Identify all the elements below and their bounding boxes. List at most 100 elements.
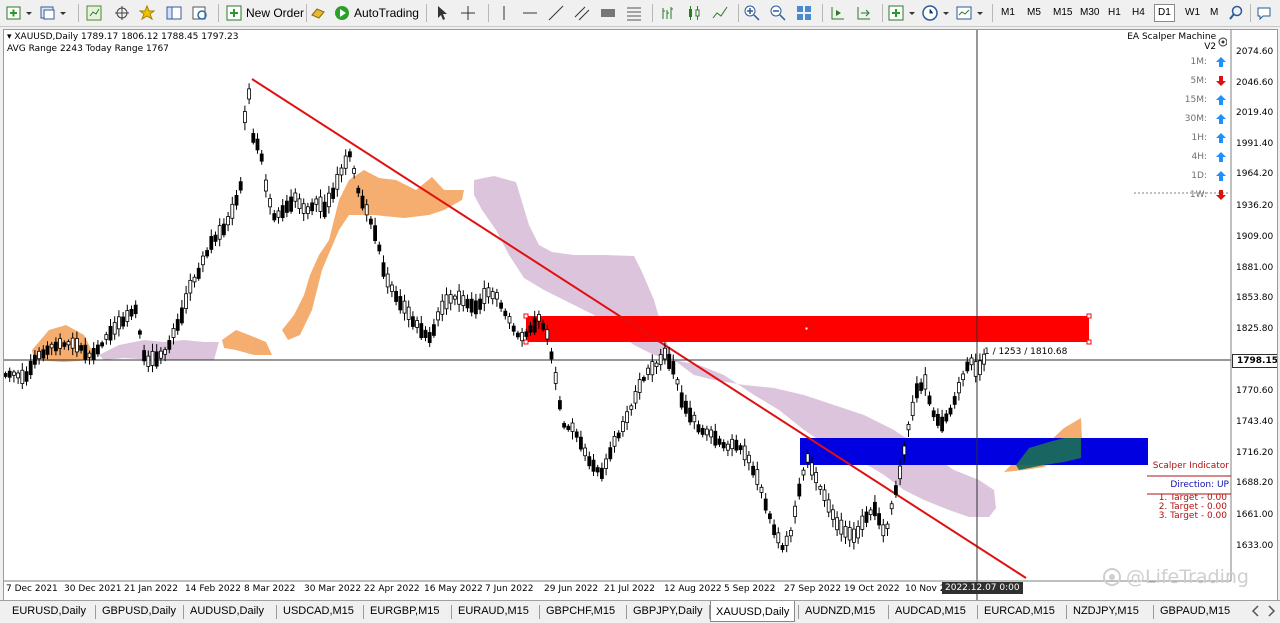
candle-body (684, 400, 688, 414)
candle-body (100, 342, 104, 347)
timeframe-mn[interactable]: M (1207, 5, 1221, 21)
candle-body (310, 202, 315, 212)
candle-body (238, 181, 243, 191)
candle-body (217, 225, 222, 240)
candle-body (196, 267, 201, 279)
tab-scroll-left[interactable] (1251, 604, 1261, 621)
periods-button[interactable] (922, 3, 952, 23)
timeframe-m5[interactable]: M5 (1024, 5, 1044, 21)
candle-body (75, 338, 79, 353)
candle-body (461, 295, 466, 306)
new-order-button[interactable]: New Order (226, 3, 304, 23)
price-tick: 1991.40 (1236, 139, 1274, 149)
profiles-button[interactable] (40, 3, 68, 23)
candle-body (936, 413, 940, 426)
timeframe-m30[interactable]: M30 (1077, 5, 1102, 21)
ea-panel-settings-icon[interactable] (1218, 37, 1227, 47)
fibonacci-tool[interactable] (626, 3, 642, 23)
chat-button[interactable] (1256, 3, 1272, 23)
tab-gbpusd-daily[interactable]: GBPUSD,Daily (102, 603, 176, 620)
timeframe-h1[interactable]: H1 (1105, 5, 1124, 21)
tile-windows-button[interactable] (796, 3, 812, 23)
timeframe-w1[interactable]: W1 (1182, 5, 1203, 21)
strategy-tester-button[interactable] (192, 3, 208, 23)
demand-zone[interactable] (800, 438, 1148, 465)
zoom-out-button[interactable] (770, 3, 786, 23)
candle-body (570, 422, 575, 432)
templates-button[interactable] (956, 3, 986, 23)
vertical-line-tool[interactable] (496, 3, 512, 23)
tab-euraud-m15[interactable]: EURAUD,M15 (458, 603, 529, 620)
ea-row-3: 30M: (1124, 109, 1227, 128)
candlestick-icon (689, 6, 700, 20)
tab-usdcad-m15[interactable]: USDCAD,M15 (283, 603, 354, 620)
bar-chart-button[interactable] (660, 3, 676, 23)
channel-tool[interactable] (574, 3, 590, 23)
candle-body (700, 427, 705, 435)
indicators-button[interactable] (888, 3, 918, 23)
chart-canvas[interactable] (4, 30, 1277, 601)
tab-eurgbp-m15[interactable]: EURGBP,M15 (370, 603, 440, 620)
price-chart[interactable]: ▾ XAUUSD,Daily 1789.17 1806.12 1788.45 1… (3, 29, 1278, 602)
candle-body (906, 424, 911, 431)
tab-gbpaud-m15[interactable]: GBPAUD,M15 (1160, 603, 1230, 620)
search-button[interactable] (1228, 3, 1244, 23)
timeframe-h4[interactable]: H4 (1129, 5, 1148, 21)
candle-body (507, 316, 512, 324)
new-chart-button[interactable] (6, 3, 34, 23)
tab-scroll-right[interactable] (1266, 604, 1276, 621)
current-price-label: 1798.15 (1232, 354, 1277, 368)
candle-body (675, 379, 680, 385)
tab-eurusd-daily[interactable]: EURUSD,Daily (12, 603, 86, 620)
tab-gbpjpy-daily[interactable]: GBPJPY,Daily (633, 603, 703, 620)
metaeditor-button[interactable] (310, 3, 326, 23)
candle-body (45, 345, 50, 355)
ea-row-label: 5M: (1190, 75, 1207, 86)
horizontal-line-tool[interactable] (522, 3, 538, 23)
text-label-tool[interactable] (600, 3, 616, 23)
tab-nzdjpy-m15[interactable]: NZDJPY,M15 (1073, 603, 1139, 620)
candle-body (347, 151, 352, 158)
line-chart-button[interactable] (712, 3, 728, 23)
candle-body (738, 445, 743, 451)
market-watch-icon (86, 5, 102, 21)
ea-row-1: 5M: (1124, 71, 1227, 90)
market-watch-button[interactable] (86, 3, 102, 23)
candle-body (91, 347, 96, 361)
tab-separator (626, 605, 627, 619)
price-tick: 1661.00 (1236, 510, 1274, 520)
new-order-icon (226, 5, 242, 21)
cursor-tool[interactable] (434, 3, 450, 23)
favorites-button[interactable] (139, 3, 155, 23)
autoscroll-button[interactable] (856, 3, 872, 23)
candles-button[interactable] (686, 3, 702, 23)
price-tick: 1716.20 (1236, 448, 1274, 458)
navigator-button[interactable] (114, 3, 130, 23)
crosshair-icon (461, 6, 475, 20)
candle-body (696, 424, 701, 433)
tab-audcad-m15[interactable]: AUDCAD,M15 (895, 603, 966, 620)
candle-body (726, 443, 730, 451)
candle-body (272, 213, 277, 221)
tab-eurcad-m15[interactable]: EURCAD,M15 (984, 603, 1055, 620)
zoom-in-button[interactable] (744, 3, 760, 23)
crosshair-tool[interactable] (460, 3, 476, 23)
chart-shift-button[interactable] (830, 3, 846, 23)
tab-audnzd-m15[interactable]: AUDNZD,M15 (805, 603, 875, 620)
channel-icon (574, 6, 590, 21)
timeframe-m1[interactable]: M1 (998, 5, 1018, 21)
timeframe-d1[interactable]: D1 (1154, 4, 1175, 22)
tab-gbpchf-m15[interactable]: GBPCHF,M15 (546, 603, 615, 620)
autotrading-button[interactable]: AutoTrading (334, 3, 419, 23)
tab-separator (709, 605, 710, 619)
ea-row-2: 15M: (1124, 90, 1227, 109)
timeframe-m15[interactable]: M15 (1050, 5, 1075, 21)
candle-body (860, 515, 865, 530)
candle-body (419, 323, 424, 339)
tab-xauusd-daily[interactable]: XAUUSD,Daily (710, 601, 796, 622)
tab-audusd-daily[interactable]: AUDUSD,Daily (190, 603, 264, 620)
data-window-button[interactable] (166, 3, 182, 23)
candle-body (747, 454, 751, 464)
trendline-tool[interactable] (548, 3, 564, 23)
candle-body (957, 382, 961, 394)
